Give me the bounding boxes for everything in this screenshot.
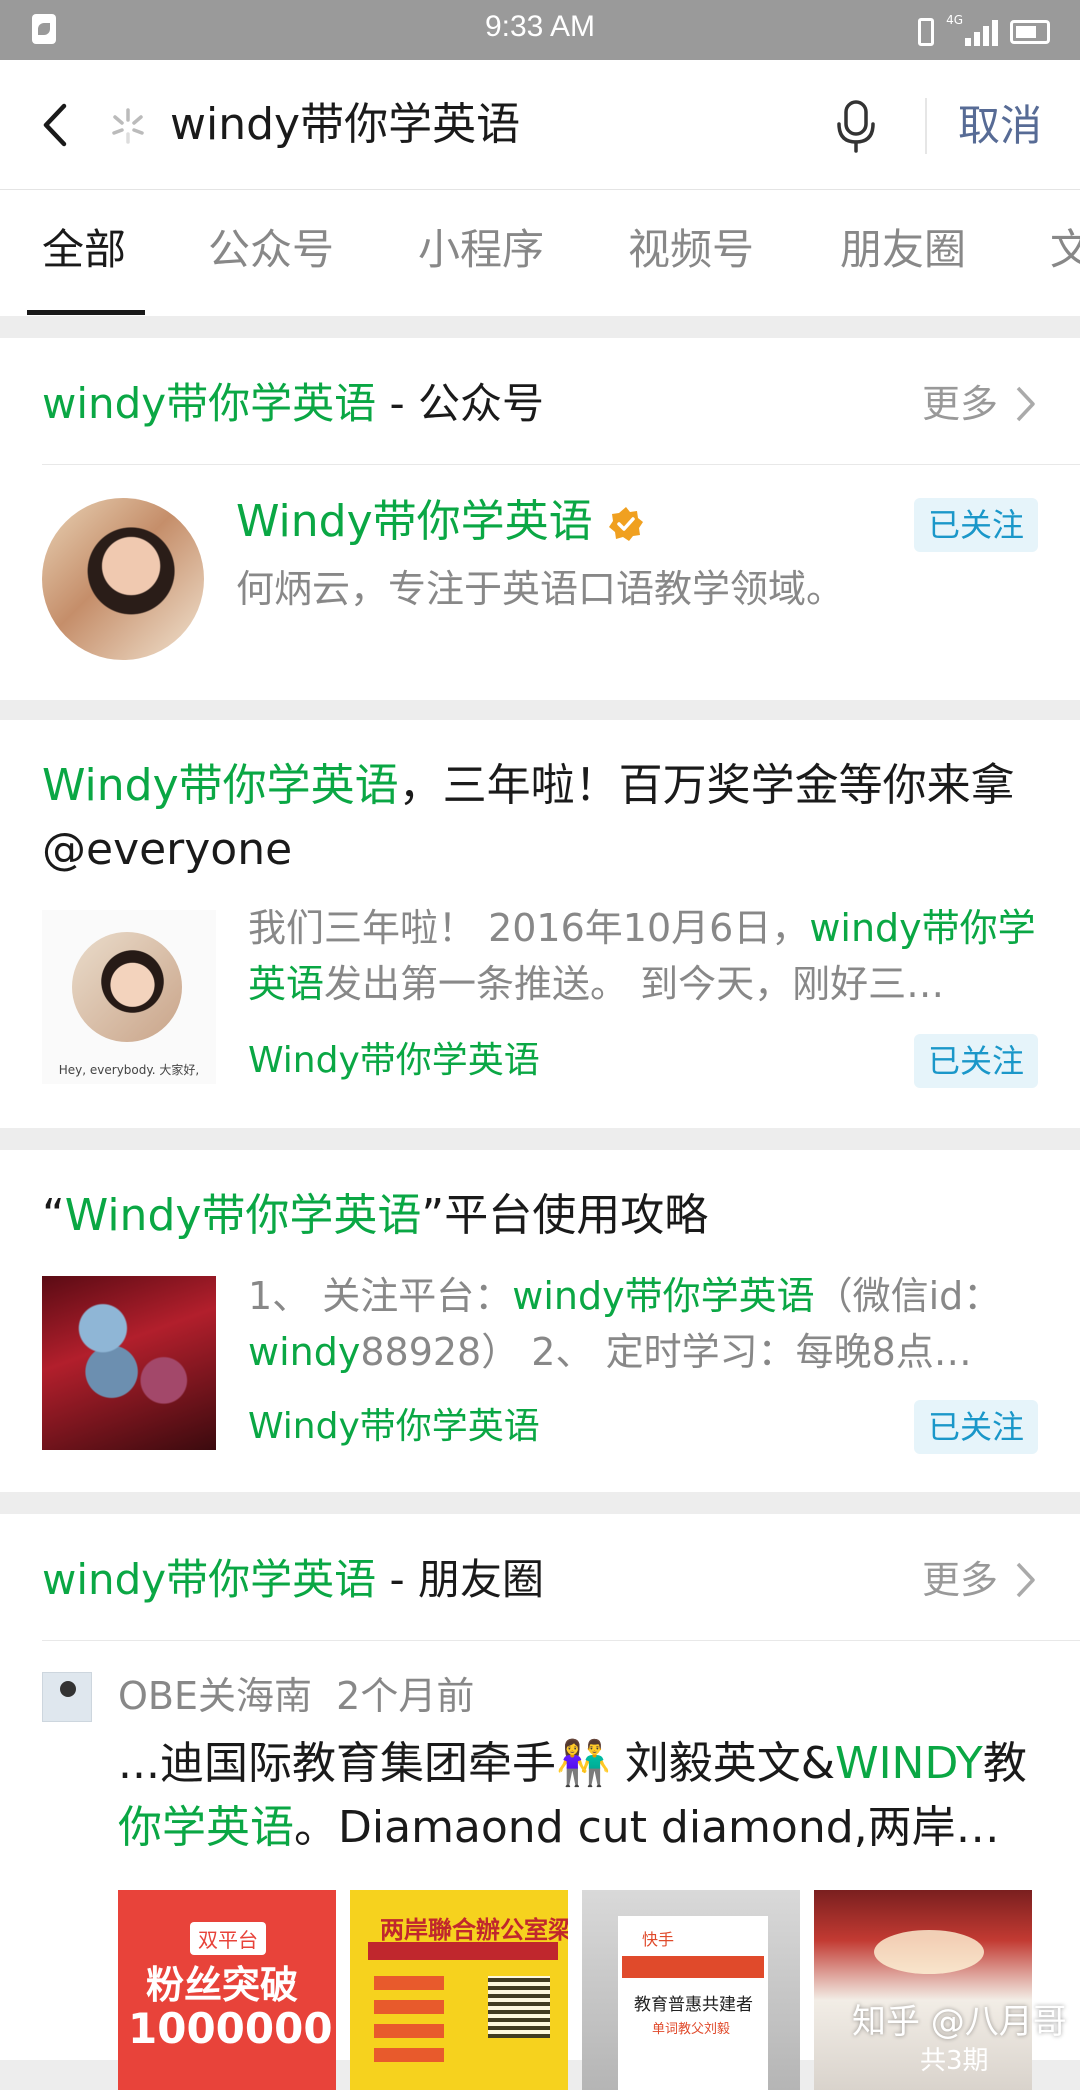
account-name[interactable]: Windy带你学英语: [236, 492, 645, 552]
moment-image[interactable]: 双平台 粉丝突破 1000000: [118, 1890, 336, 2090]
network-type: 4G: [946, 13, 963, 27]
tab-mini-programs[interactable]: 小程序: [418, 220, 544, 280]
more-accounts-link[interactable]: 更多: [922, 374, 1038, 434]
vibrate-icon: [918, 18, 935, 46]
divider: [42, 1640, 1080, 1641]
article-source[interactable]: Windy带你学英语: [248, 1036, 540, 1086]
back-arrow-icon[interactable]: [38, 102, 74, 148]
moment-text[interactable]: ...迪国际教育集团牵手👫 刘毅英文&WINDY教你学英语。Diamaond c…: [118, 1732, 1038, 1860]
header-divider: [925, 98, 927, 154]
chevron-right-icon: [1016, 1562, 1035, 1598]
qr-code: [488, 1976, 550, 2038]
divider: [42, 464, 1080, 465]
article-title: Windy带你学英语，三年啦！百万奖学金等你来拿@everyone: [42, 760, 1015, 875]
active-tab-indicator: [27, 310, 145, 315]
article-summary: 1、 关注平台：windy带你学英语（微信id：windy88928） 2、 定…: [248, 1274, 1002, 1374]
section-title: windy带你学英语 - 朋友圈: [42, 1555, 545, 1604]
article-thumbnail: Hey, everybody. 大家好,: [42, 910, 216, 1084]
thumbnail-portrait: [72, 932, 182, 1042]
status-bar: 9:33 AM 4G: [0, 0, 1080, 60]
battery-icon: [1010, 20, 1050, 44]
official-account-section: windy带你学英语 - 公众号 更多 Windy带你学英语 已关注 何炳云，专…: [0, 338, 1080, 700]
followed-badge: 已关注: [913, 1034, 1038, 1088]
section-title: windy带你学英语 - 公众号: [42, 379, 545, 428]
tab-channels[interactable]: 视频号: [628, 220, 754, 280]
article-title: “Windy带你学英语”平台使用攻略: [42, 1190, 709, 1241]
microphone-icon[interactable]: [834, 98, 878, 154]
result-tabs: 全部 公众号 小程序 视频号 朋友圈 文: [0, 190, 1080, 316]
article-result[interactable]: “Windy带你学英语”平台使用攻略 1、 关注平台：windy带你学英语（微信…: [0, 1150, 1080, 1492]
article-source[interactable]: Windy带你学英语: [248, 1402, 540, 1452]
zhihu-watermark: 知乎 @八月哥: [852, 2002, 1067, 2042]
search-header: windy带你学英语 取消: [0, 60, 1080, 190]
tab-official-accounts[interactable]: 公众号: [208, 220, 334, 280]
moment-image[interactable]: 两岸聯合辦公室梁: [350, 1890, 568, 2090]
tab-all[interactable]: 全部: [42, 220, 126, 280]
cancel-button[interactable]: 取消: [958, 96, 1042, 156]
followed-badge: 已关注: [913, 498, 1038, 552]
tab-moments[interactable]: 朋友圈: [840, 220, 966, 280]
account-avatar[interactable]: [42, 498, 204, 660]
thumbnail-caption: Hey, everybody. 大家好,: [58, 1063, 200, 1077]
article-summary: 我们三年啦！ 2016年10月6日，windy带你学英语发出第一条推送。 到今天…: [248, 906, 1036, 1006]
followed-badge: 已关注: [913, 1400, 1038, 1454]
search-input[interactable]: windy带你学英语: [170, 94, 520, 156]
moment-author-avatar[interactable]: [42, 1672, 92, 1722]
signal-icon: [965, 20, 998, 46]
moment-image[interactable]: 快手 教育普惠共建者 单词教父刘毅: [582, 1890, 800, 2090]
verified-badge-icon: [608, 507, 643, 541]
tab-articles[interactable]: 文: [1050, 220, 1080, 280]
image-count-label: 共3期: [920, 2046, 989, 2076]
article-result[interactable]: Windy带你学英语，三年啦！百万奖学金等你来拿@everyone Hey, e…: [0, 720, 1080, 1128]
article-thumbnail: [42, 1276, 216, 1450]
moment-meta: OBE关海南 2个月前: [118, 1674, 475, 1718]
moments-section: windy带你学英语 - 朋友圈 更多 OBE关海南 2个月前 ...迪国际教育…: [0, 1514, 1080, 2090]
account-description: 何炳云，专注于英语口语教学领域。: [236, 567, 845, 611]
more-moments-link[interactable]: 更多: [922, 1550, 1038, 1610]
chevron-right-icon: [1016, 386, 1035, 422]
loading-spinner-icon: [112, 108, 144, 144]
